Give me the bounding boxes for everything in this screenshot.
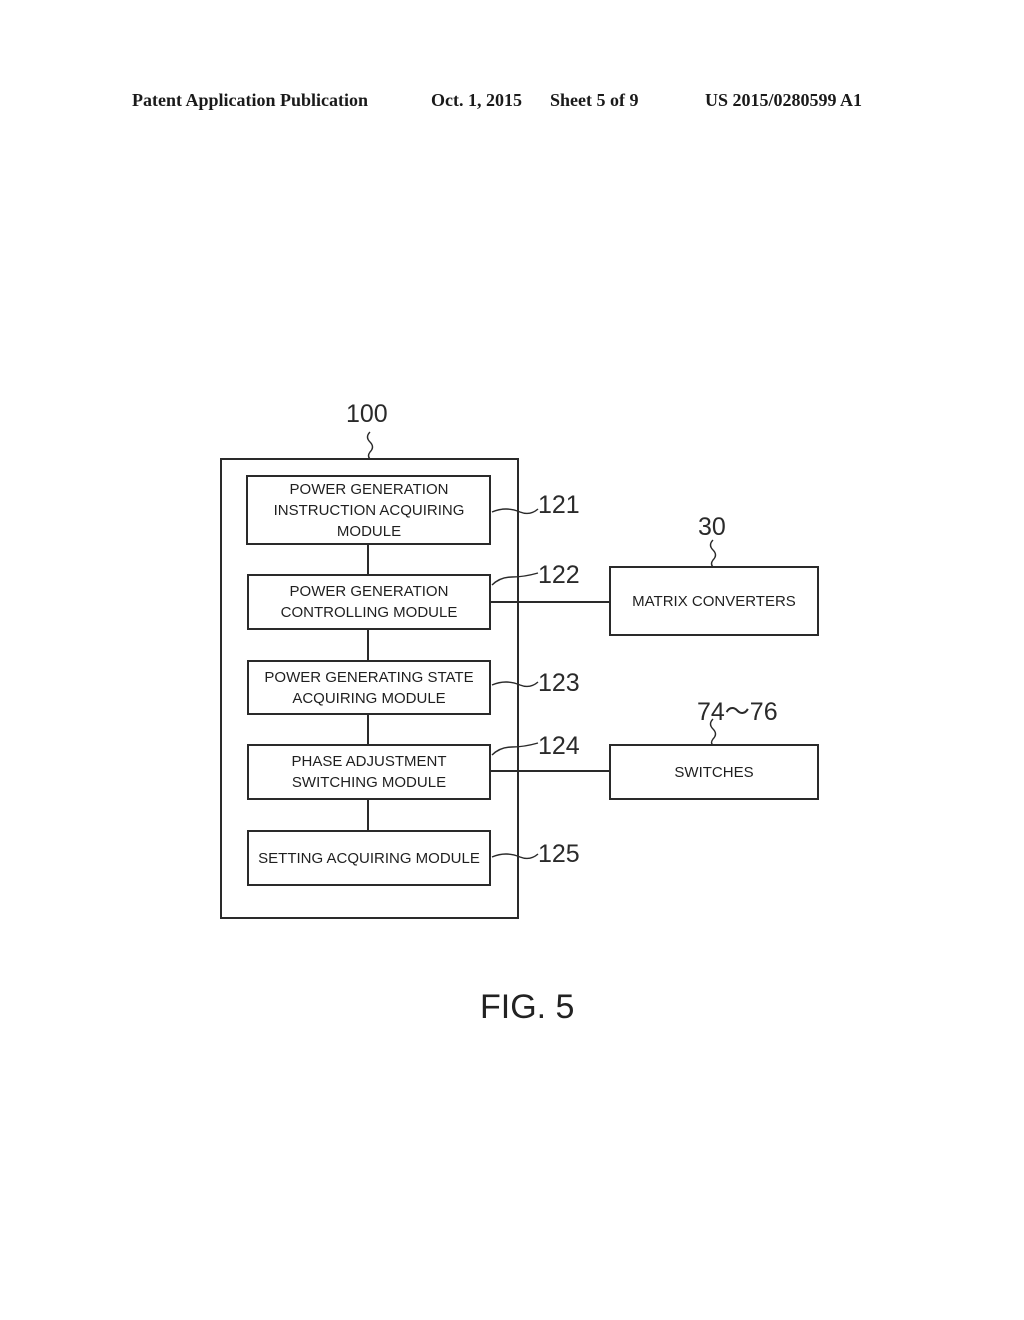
leader-100 <box>366 431 374 460</box>
module-label-122: POWER GENERATION CONTROLLING MODULE <box>280 583 458 621</box>
external-label-switches: SWITCHES <box>674 763 754 781</box>
ref-module-123: 123 <box>538 669 580 697</box>
ref-module-125: 125 <box>538 840 580 868</box>
leader-123 <box>491 681 539 688</box>
figure-label: FIG. 5 <box>480 988 575 1026</box>
leader-125 <box>491 853 539 860</box>
leader-30 <box>709 539 717 568</box>
ref-module-121: 121 <box>538 491 580 519</box>
leader-122 <box>491 572 539 586</box>
module-label-123: POWER GENERATING STATE ACQUIRING MODULE <box>264 668 474 707</box>
leader-124 <box>491 742 539 756</box>
ref-module-124: 124 <box>538 732 580 760</box>
module-label-124: PHASE ADJUSTMENT SWITCHING MODULE <box>291 753 447 791</box>
module-label-125: SETTING ACQUIRING MODULE <box>258 849 480 867</box>
external-label-matrix-converters: MATRIX CONVERTERS <box>632 592 796 610</box>
ref-matrix-converters: 30 <box>698 513 726 541</box>
module-label-121: POWER GENERATION INSTRUCTION ACQUIRING M… <box>273 480 465 540</box>
ref-module-122: 122 <box>538 561 580 589</box>
block-diagram <box>220 431 819 919</box>
leader-121 <box>491 508 539 515</box>
ref-controller: 100 <box>346 400 388 428</box>
ref-switches: 74～76 <box>697 698 778 726</box>
